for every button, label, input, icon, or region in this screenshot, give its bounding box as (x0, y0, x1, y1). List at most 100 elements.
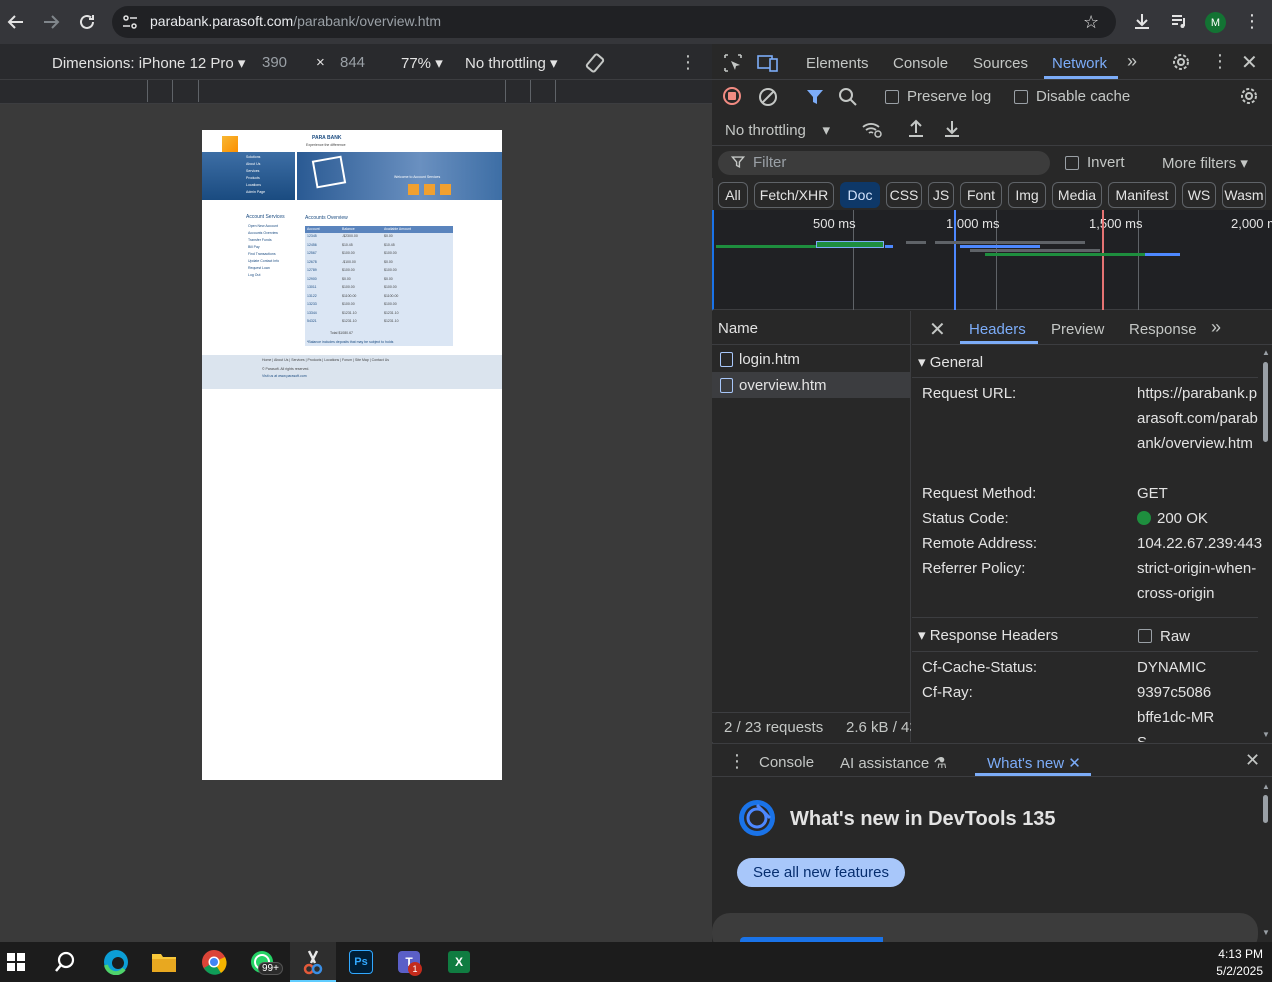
link-update-contact[interactable]: Update Contact Info (248, 259, 303, 263)
tab-console[interactable]: Console (893, 55, 948, 72)
profile-avatar[interactable]: M (1205, 12, 1226, 33)
account-link[interactable]: 12567 (307, 251, 317, 255)
filter-funnel-icon[interactable] (805, 87, 825, 112)
menu-admin[interactable]: Admin Page (246, 190, 292, 194)
drawer-tab-whats-new[interactable]: What's new ✕ (987, 754, 1081, 772)
menu-locations[interactable]: Locations (246, 183, 292, 187)
chip-doc[interactable]: Doc (840, 182, 880, 208)
tab-response[interactable]: Response (1129, 321, 1197, 338)
raw-checkbox[interactable] (1138, 629, 1152, 643)
edge-icon[interactable] (102, 948, 130, 976)
network-conditions-icon[interactable] (861, 119, 883, 144)
more-filters-button[interactable]: More filters ▾ (1162, 154, 1248, 172)
media-controls-icon[interactable] (1170, 12, 1188, 35)
footer-links[interactable]: Home | About Us | Services | Products | … (262, 358, 389, 362)
device-throttling-select[interactable]: No throttling ▾ (465, 54, 558, 72)
drawer-scrollbar[interactable] (1263, 795, 1268, 823)
network-settings-icon[interactable] (1239, 86, 1259, 111)
height-input[interactable]: 844 (340, 54, 365, 71)
menu-services[interactable]: Services (246, 169, 292, 173)
back-arrow-icon[interactable] (4, 10, 28, 34)
see-all-features-button[interactable]: See all new features (737, 858, 905, 887)
link-find-transactions[interactable]: Find Transactions (248, 252, 303, 256)
link-bill-pay[interactable]: Bill Pay (248, 245, 303, 249)
close-detail-icon[interactable]: ✕ (929, 317, 946, 342)
footer-site[interactable]: Visit us at www.parasoft.com (262, 374, 307, 378)
menu-products[interactable]: Products (246, 176, 292, 180)
link-transfer-funds[interactable]: Transfer Funds (248, 238, 303, 242)
banner-button-1[interactable] (408, 184, 419, 195)
reload-icon[interactable] (75, 10, 99, 34)
tab-network[interactable]: Network (1052, 55, 1107, 72)
file-explorer-icon[interactable] (150, 948, 178, 976)
headers-scrollbar[interactable] (1263, 362, 1268, 442)
url-text[interactable]: parabank.parasoft.com/parabank/overview.… (150, 13, 441, 29)
link-accounts-overview[interactable]: Accounts Overview (248, 231, 303, 235)
site-info-icon[interactable] (121, 13, 139, 36)
general-section-toggle[interactable]: ▾ General (918, 353, 983, 371)
browser-menu-icon[interactable]: ⋮ (1243, 11, 1261, 32)
chip-wasm[interactable]: Wasm (1222, 182, 1266, 208)
devtools-menu-icon[interactable]: ⋮ (1211, 51, 1229, 72)
scroll-down-icon[interactable]: ▼ (1262, 730, 1270, 739)
disable-cache-checkbox[interactable] (1014, 90, 1028, 104)
width-input[interactable]: 390 (262, 54, 287, 71)
search-icon[interactable] (838, 87, 858, 112)
banner-button-3[interactable] (440, 184, 451, 195)
record-stop-icon[interactable] (723, 87, 741, 105)
close-devtools-icon[interactable]: ✕ (1241, 50, 1258, 75)
account-link[interactable]: 12678 (307, 260, 317, 264)
chip-font[interactable]: Font (960, 182, 1002, 208)
drawer-tab-ai[interactable]: AI assistance ⚗ (840, 754, 947, 772)
banner-button-2[interactable] (424, 184, 435, 195)
drawer-tab-console[interactable]: Console (759, 754, 814, 771)
account-link[interactable]: 12789 (307, 268, 317, 272)
export-har-icon[interactable] (942, 119, 962, 144)
link-log-out[interactable]: Log Out (248, 273, 303, 277)
account-link[interactable]: 54321 (307, 319, 317, 323)
chip-js[interactable]: JS (928, 182, 954, 208)
account-link[interactable]: 13011 (307, 285, 316, 289)
device-more-icon[interactable]: ⋮ (679, 52, 697, 73)
excel-icon[interactable]: X (445, 948, 473, 976)
downloads-icon[interactable] (1133, 12, 1151, 35)
zoom-select[interactable]: 77% ▾ (401, 54, 443, 72)
request-row-login[interactable]: login.htm (712, 346, 911, 372)
account-link[interactable]: 12345 (307, 234, 317, 238)
rotate-icon[interactable] (584, 52, 606, 79)
account-link[interactable]: 12900 (307, 277, 317, 281)
forward-arrow-icon[interactable] (39, 10, 63, 34)
taskbar-search-icon[interactable] (51, 948, 79, 976)
scroll-up-icon[interactable]: ▲ (1262, 348, 1270, 357)
close-tab-icon[interactable]: ✕ (1068, 755, 1081, 772)
chip-img[interactable]: Img (1008, 182, 1046, 208)
system-clock[interactable]: 4:13 PM 5/2/2025 (1205, 946, 1263, 980)
chrome-icon[interactable] (200, 948, 228, 976)
chip-all[interactable]: All (718, 182, 748, 208)
request-row-overview[interactable]: overview.htm (712, 372, 911, 398)
device-select[interactable]: Dimensions: iPhone 12 Pro ▾ (52, 54, 245, 72)
account-link[interactable]: 13122 (307, 294, 317, 298)
link-open-account[interactable]: Open New Account (248, 224, 303, 228)
clear-icon[interactable] (758, 87, 778, 112)
tab-elements[interactable]: Elements (806, 55, 869, 72)
drawer-scroll-up-icon[interactable]: ▲ (1262, 782, 1270, 791)
device-toggle-icon[interactable] (757, 53, 779, 78)
snipping-tool-icon[interactable] (299, 948, 327, 976)
photoshop-icon[interactable]: Ps (347, 948, 375, 976)
settings-gear-icon[interactable] (1171, 52, 1191, 77)
chip-css[interactable]: CSS (886, 182, 922, 208)
import-har-icon[interactable] (906, 119, 926, 144)
inspect-element-icon[interactable] (723, 53, 743, 78)
link-request-loan[interactable]: Request Loan (248, 266, 303, 270)
account-link[interactable]: 13233 (307, 302, 317, 306)
bookmark-star-icon[interactable]: ☆ (1083, 12, 1099, 33)
menu-about[interactable]: About Us (246, 162, 292, 166)
chip-fetchxhr[interactable]: Fetch/XHR (754, 182, 834, 208)
tab-headers[interactable]: Headers (969, 321, 1026, 338)
network-throttling-select[interactable]: No throttling ▾ (725, 121, 830, 139)
chip-manifest[interactable]: Manifest (1108, 182, 1176, 208)
more-tabs-icon[interactable]: » (1127, 51, 1137, 72)
response-headers-toggle[interactable]: ▾ Response Headers (918, 626, 1058, 644)
close-drawer-icon[interactable]: ✕ (1245, 750, 1260, 771)
